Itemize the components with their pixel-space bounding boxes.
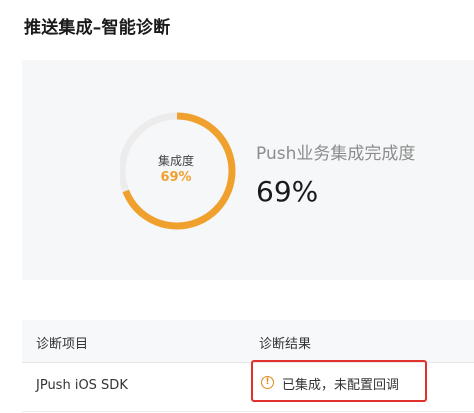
metric-title: Push业务集成完成度 (256, 144, 416, 164)
table-header: 诊断项目 诊断结果 (22, 320, 474, 363)
diagnosis-table: 诊断项目 诊断结果 JPush iOS SDK ! 已集成，未配置回调 (22, 320, 474, 413)
page-title: 推送集成–智能诊断 (24, 18, 171, 38)
diagnosis-item-name: JPush iOS SDK (36, 378, 128, 393)
integration-summary-card (22, 60, 474, 280)
ring-label: 集成度 (157, 154, 194, 168)
ring-percentage: 69% (160, 170, 192, 185)
header-diagnosis-result: 诊断结果 (259, 337, 312, 352)
metric-value: 69% (256, 175, 319, 208)
diagnosis-result-text: 已集成，未配置回调 (282, 378, 400, 393)
header-diagnosis-item: 诊断项目 (36, 337, 89, 352)
warning-circle-icon: ! (261, 376, 274, 389)
